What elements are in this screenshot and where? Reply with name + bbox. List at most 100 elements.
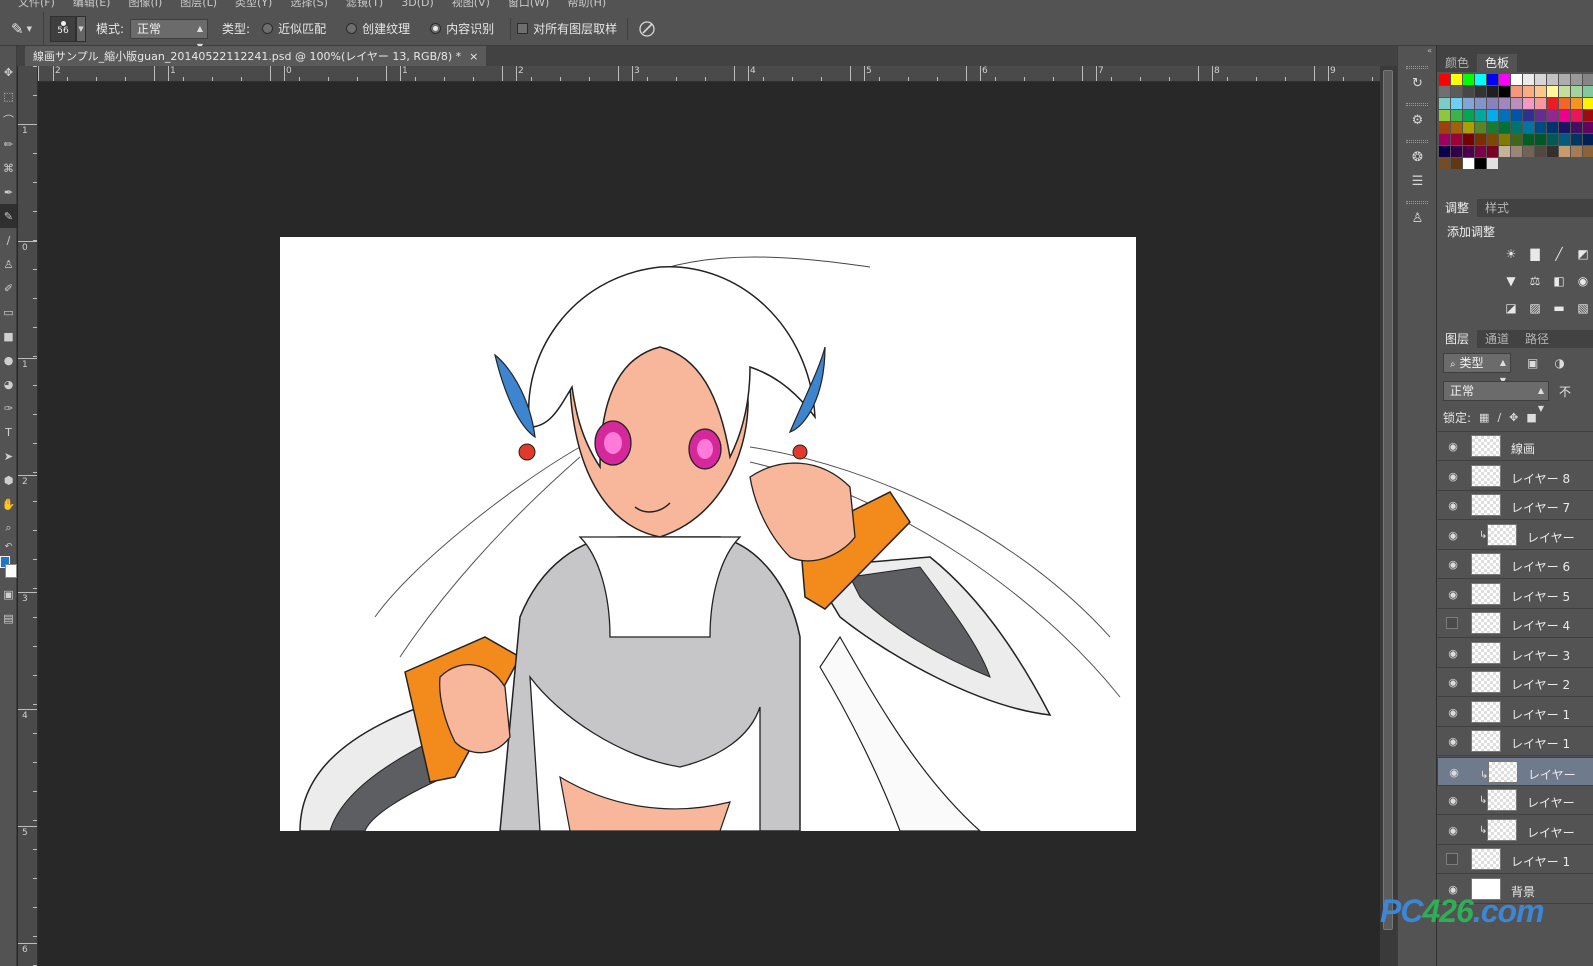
- history-panel-icon[interactable]: ↻: [1398, 71, 1437, 95]
- eye-icon[interactable]: ◉: [1446, 440, 1460, 453]
- layer-row[interactable]: ◉ レイヤー 1: [1437, 698, 1593, 727]
- layer-name[interactable]: レイヤー: [1527, 824, 1575, 841]
- layer-thumbnail[interactable]: [1471, 730, 1501, 752]
- color-swatch[interactable]: [1523, 86, 1534, 97]
- color-swatch[interactable]: [1523, 146, 1534, 157]
- color-swatch[interactable]: [1487, 98, 1498, 109]
- layer-name[interactable]: レイヤー 1: [1511, 735, 1570, 752]
- color-swatch[interactable]: [1511, 122, 1522, 133]
- layer-row[interactable]: ◉ レイヤー 7: [1437, 491, 1593, 520]
- photo-filter-icon[interactable]: ◉: [1573, 272, 1593, 290]
- color-swatch[interactable]: [1499, 146, 1510, 157]
- brush-tool-icon[interactable]: ∕: [0, 228, 17, 252]
- color-swatch[interactable]: [1511, 74, 1522, 85]
- layer-thumbnail[interactable]: [1471, 553, 1501, 575]
- color-swatch[interactable]: [1487, 74, 1498, 85]
- stamp-tool-icon[interactable]: ♙: [0, 252, 17, 276]
- lasso-tool-icon[interactable]: ⌒: [0, 108, 17, 132]
- eye-icon[interactable]: ◉: [1446, 735, 1460, 748]
- grip-icon[interactable]: [1406, 201, 1428, 204]
- layer-name[interactable]: レイヤー: [1527, 794, 1575, 811]
- eye-icon[interactable]: ◉: [1446, 588, 1460, 601]
- color-swatch[interactable]: [1463, 158, 1474, 169]
- color-swatch[interactable]: [1463, 98, 1474, 109]
- color-swatch[interactable]: [1475, 158, 1486, 169]
- sample-all-layers-checkbox[interactable]: [517, 23, 529, 34]
- menu-item[interactable]: 3D(D): [401, 0, 434, 8]
- layer-name[interactable]: レイヤー 8: [1511, 470, 1570, 487]
- menu-item[interactable]: 编辑(E): [73, 0, 111, 8]
- color-swatch[interactable]: [1583, 134, 1593, 145]
- color-swatch[interactable]: [1463, 110, 1474, 121]
- layer-row[interactable]: ◉ レイヤー 8: [1437, 462, 1593, 491]
- eye-icon[interactable]: ◉: [1446, 558, 1460, 571]
- panel-tab[interactable]: 路径: [1517, 330, 1557, 348]
- color-swatch[interactable]: [1487, 110, 1498, 121]
- color-swatch[interactable]: [1451, 122, 1462, 133]
- visibility-toggle[interactable]: [1446, 853, 1458, 865]
- color-swatch[interactable]: [1463, 122, 1474, 133]
- color-swatch[interactable]: [1487, 146, 1498, 157]
- color-swatch[interactable]: [1511, 86, 1522, 97]
- eye-icon[interactable]: ◉: [1446, 647, 1460, 660]
- color-swatch[interactable]: [1547, 122, 1558, 133]
- lock-all-icon[interactable]: ■: [1526, 411, 1536, 424]
- history-brush-tool-icon[interactable]: ✐: [0, 276, 17, 300]
- eye-icon[interactable]: ◉: [1446, 470, 1460, 483]
- menu-item[interactable]: 帮助(H): [567, 0, 606, 8]
- menu-item[interactable]: 选择(S): [290, 0, 328, 8]
- gradient-tool-icon[interactable]: ■: [0, 324, 17, 348]
- layer-row[interactable]: ◉ ↳ レイヤー: [1437, 521, 1593, 550]
- type-option-content-aware[interactable]: 内容识别: [430, 12, 494, 45]
- color-swatch[interactable]: [1499, 74, 1510, 85]
- color-swatch[interactable]: [1439, 98, 1450, 109]
- color-swatch[interactable]: [1451, 134, 1462, 145]
- color-swatch[interactable]: [1511, 98, 1522, 109]
- type-tool-icon[interactable]: T: [0, 420, 17, 444]
- color-swatch[interactable]: [1463, 86, 1474, 97]
- color-swatch[interactable]: [1463, 74, 1474, 85]
- background-color[interactable]: [5, 564, 17, 578]
- mode-select[interactable]: 正常 ▲▼: [130, 18, 209, 51]
- color-swatch[interactable]: [1475, 98, 1486, 109]
- radio-texture[interactable]: [346, 23, 358, 34]
- balance-icon[interactable]: ⚖: [1525, 272, 1545, 290]
- color-swatch[interactable]: [1523, 122, 1534, 133]
- layer-thumbnail[interactable]: [1471, 671, 1501, 693]
- layer-thumbnail[interactable]: [1471, 464, 1501, 487]
- color-swatch[interactable]: [1535, 74, 1546, 85]
- color-swatch[interactable]: [1439, 134, 1450, 145]
- marquee-tool-icon[interactable]: ⬚: [0, 84, 17, 108]
- color-swatch[interactable]: [1583, 98, 1593, 109]
- color-swatch[interactable]: [1559, 74, 1570, 85]
- color-swatch[interactable]: [1439, 146, 1450, 157]
- color-swatch[interactable]: [1559, 86, 1570, 97]
- layer-thumbnail[interactable]: [1471, 494, 1501, 516]
- layer-thumbnail[interactable]: [1471, 848, 1501, 870]
- color-swatch[interactable]: [1451, 158, 1462, 169]
- vibrance-icon[interactable]: ▼: [1501, 272, 1521, 290]
- curves-icon[interactable]: ╱: [1549, 245, 1569, 263]
- color-swatch[interactable]: [1547, 146, 1558, 157]
- vertical-scrollbar[interactable]: [1380, 66, 1397, 966]
- color-swatch[interactable]: [1547, 86, 1558, 97]
- layer-name[interactable]: レイヤー 5: [1511, 588, 1570, 605]
- type-option-proximity[interactable]: 近似匹配: [262, 12, 326, 45]
- color-swatch[interactable]: [1499, 110, 1510, 121]
- layer-thumbnail[interactable]: [1471, 582, 1501, 605]
- color-swatch[interactable]: [1559, 110, 1570, 121]
- color-swatch[interactable]: [1475, 122, 1486, 133]
- adjustment-filter-icon[interactable]: ◑: [1554, 356, 1564, 370]
- menu-item[interactable]: 图层(L): [180, 0, 217, 8]
- properties-panel-icon[interactable]: ⚙: [1398, 108, 1437, 132]
- blur-tool-icon[interactable]: ●: [0, 348, 17, 372]
- vertical-ruler[interactable]: 1 0 1 2 3 4 5 6: [18, 66, 38, 966]
- eye-icon[interactable]: ◉: [1446, 499, 1460, 512]
- eye-icon[interactable]: ◉: [1446, 824, 1460, 837]
- eraser-tool-icon[interactable]: ▭: [0, 300, 17, 324]
- eyedropper-tool-icon[interactable]: ✒: [0, 180, 17, 204]
- crop-tool-icon[interactable]: ⌘: [0, 156, 17, 180]
- color-swatch[interactable]: [1523, 134, 1534, 145]
- color-swatch[interactable]: [1439, 86, 1450, 97]
- menu-item[interactable]: 类型(Y): [235, 0, 272, 8]
